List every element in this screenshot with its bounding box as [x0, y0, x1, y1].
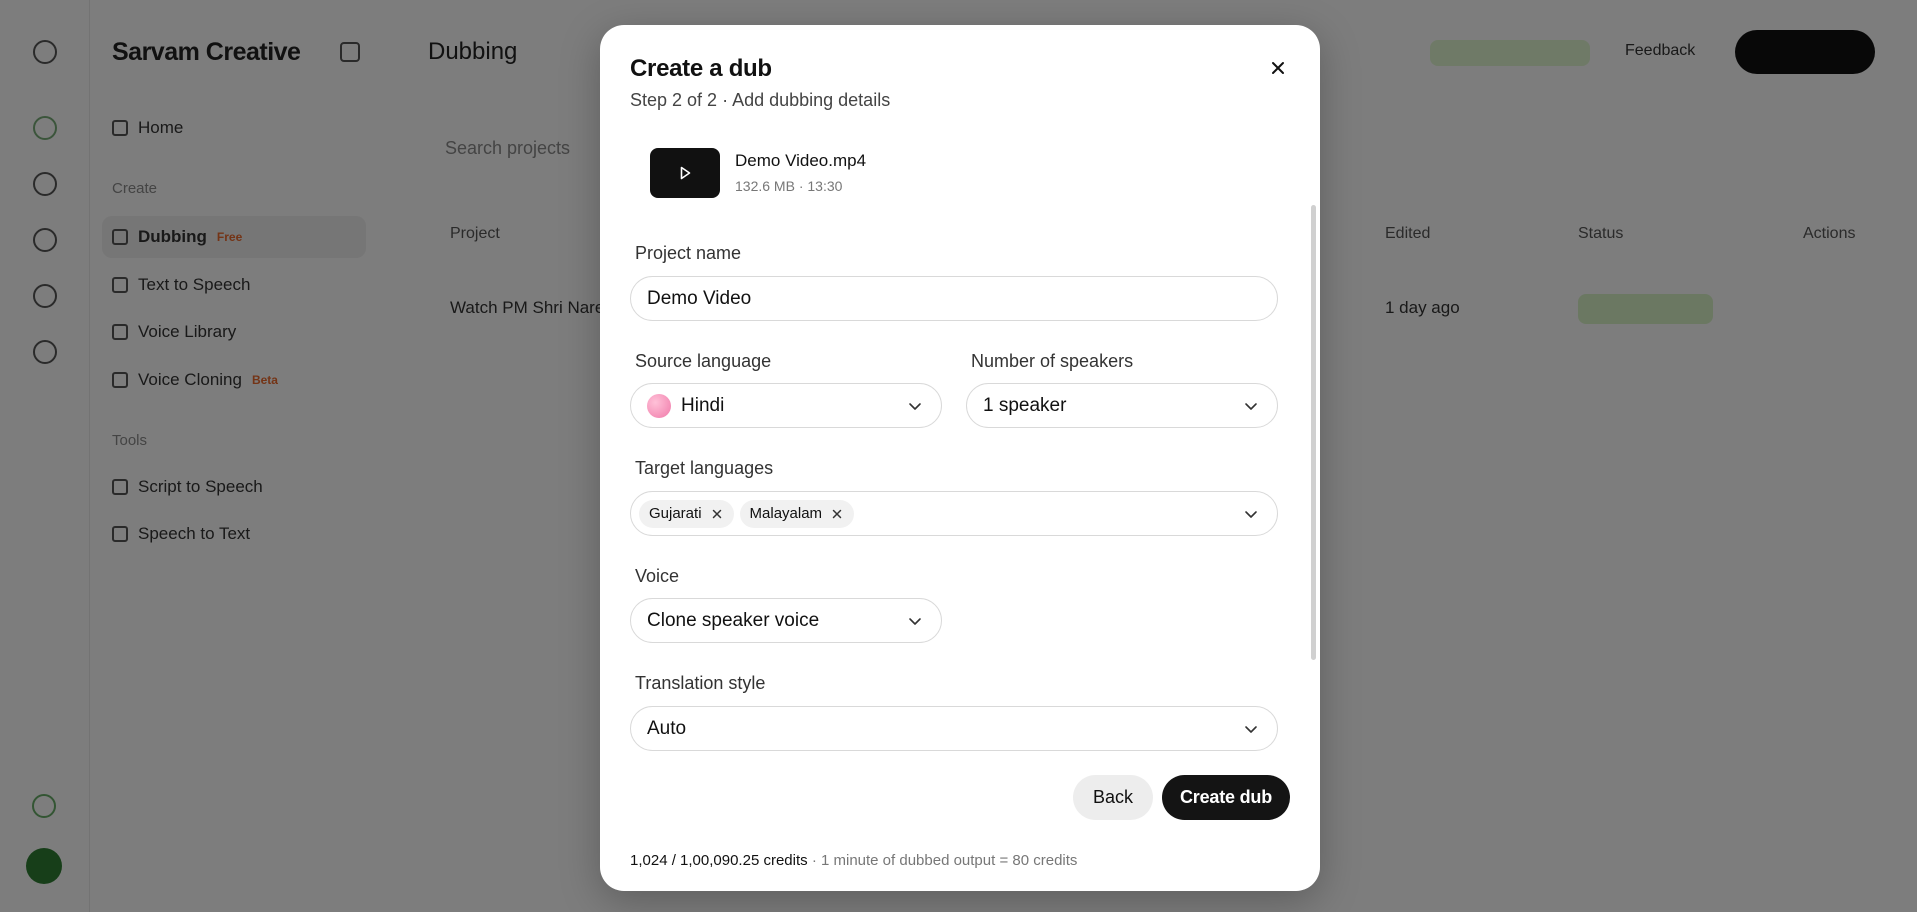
create-dub-modal: Create a dub Step 2 of 2 · Add dubbing d…	[600, 25, 1320, 891]
create-dub-button[interactable]: Create dub	[1162, 775, 1290, 820]
voice-select[interactable]: Clone speaker voice	[630, 598, 942, 643]
modal-step: Step 2 of 2 · Add dubbing details	[630, 90, 891, 110]
modal-scrollbar[interactable]	[1311, 205, 1316, 660]
file-name: Demo Video.mp4	[735, 151, 867, 170]
voice-value: Clone speaker voice	[647, 609, 820, 631]
chevron-down-icon	[1245, 403, 1257, 410]
hindi-flag-icon	[647, 393, 671, 418]
close-icon	[1272, 61, 1284, 74]
translation-style-value: Auto	[647, 717, 687, 739]
chevron-down-icon	[909, 618, 921, 625]
chip-label: Malayalam	[749, 505, 823, 522]
close-button[interactable]	[1262, 53, 1294, 85]
source-language-select[interactable]: Hindi	[630, 383, 942, 428]
chevron-down-icon	[909, 403, 921, 410]
chevron-down-icon	[1245, 726, 1257, 733]
credit-rate: 1 minute of dubbed output = 80 credits	[820, 852, 1078, 869]
video-play-button[interactable]	[650, 148, 720, 198]
translation-style-select[interactable]: Auto	[630, 706, 1278, 751]
file-meta: 132.6 MB · 13:30	[735, 178, 843, 194]
target-languages-label: Target languages	[635, 458, 774, 478]
remove-malayalam-button[interactable]	[830, 507, 844, 521]
chevron-down-icon	[1245, 511, 1257, 518]
chip-label: Gujarati	[649, 505, 702, 522]
speakers-select[interactable]: 1 speaker	[966, 383, 1278, 428]
back-button[interactable]: Back	[1073, 775, 1153, 820]
credits-footer: 1,024 / 1,00,090.25 credits · 1 minute o…	[630, 852, 1077, 869]
play-icon	[680, 166, 691, 180]
target-languages-select[interactable]: Gujarati Malayalam	[630, 491, 1278, 536]
project-name-label: Project name	[635, 243, 742, 263]
footer-separator: ·	[811, 852, 817, 869]
chip-malayalam: Malayalam	[739, 499, 855, 528]
remove-gujarati-button[interactable]	[710, 507, 724, 521]
project-name-input[interactable]	[647, 287, 1261, 310]
chip-gujarati: Gujarati	[639, 499, 734, 528]
credits-balance: 1,024 / 1,00,090.25 credits	[630, 852, 808, 869]
speakers-value: 1 speaker	[983, 394, 1067, 416]
close-icon	[832, 509, 842, 518]
speakers-label: Number of speakers	[971, 351, 1134, 371]
close-icon	[712, 509, 721, 518]
voice-label: Voice	[635, 566, 680, 586]
source-language-value: Hindi	[681, 394, 725, 416]
translation-style-label: Translation style	[635, 673, 766, 693]
source-language-label: Source language	[635, 351, 772, 371]
modal-title: Create a dub	[630, 55, 772, 82]
project-name-field[interactable]	[630, 276, 1278, 321]
